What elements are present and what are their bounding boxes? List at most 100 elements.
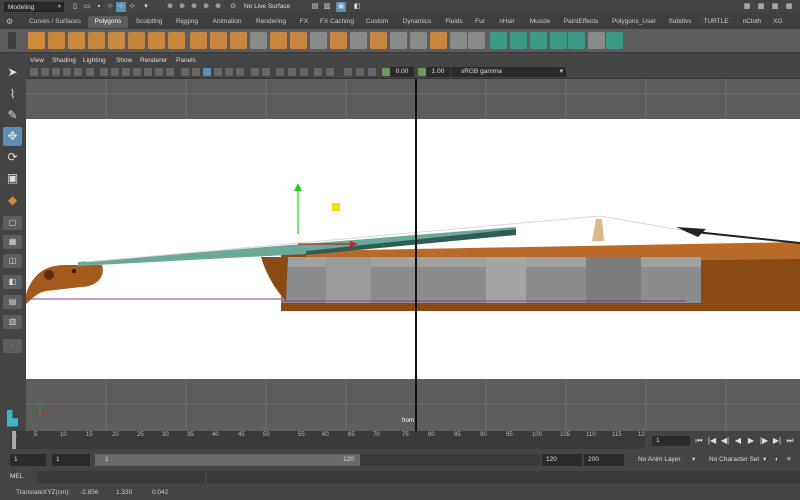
save-scene-icon[interactable]: ▪ [94, 2, 104, 12]
xray-joints-icon[interactable] [262, 68, 270, 76]
select-hierarchy-icon[interactable]: ⊹ [105, 2, 115, 12]
lasso-tool-icon[interactable]: ⌇ [3, 85, 22, 104]
playback-start-field[interactable]: 1 [52, 454, 90, 466]
select-camera-icon[interactable] [30, 68, 38, 76]
attribute-editor-icon[interactable]: ▦ [756, 2, 766, 12]
wireframe-on-shaded-icon[interactable] [203, 68, 211, 76]
exposure-icon[interactable] [382, 68, 390, 76]
violin-model[interactable] [26, 215, 800, 311]
hypershade-icon[interactable]: ▥ [3, 315, 22, 329]
modeling-toolkit-icon[interactable]: ▦ [742, 2, 752, 12]
tab-fx-caching[interactable]: FX Caching [318, 16, 356, 28]
extrude-icon[interactable] [330, 32, 347, 49]
tab-animation[interactable]: Animation [208, 16, 246, 28]
smooth-icon[interactable] [270, 32, 287, 49]
snap-grid-icon[interactable]: ⊗ [165, 2, 175, 12]
play-forward-icon[interactable]: ▶ [746, 435, 756, 446]
wireframe-icon[interactable] [181, 68, 189, 76]
playback-end-field[interactable]: 120 [542, 454, 582, 466]
tab-fx[interactable]: FX [296, 16, 312, 28]
animation-end-field[interactable]: 200 [584, 454, 624, 466]
tab-painteffects[interactable]: PaintEffects [560, 16, 602, 28]
go-to-start-icon[interactable]: ⏮ [694, 435, 704, 446]
tab-custom[interactable]: Custom [362, 16, 392, 28]
camera-attributes-icon[interactable] [41, 68, 49, 76]
reduce-icon[interactable] [290, 32, 307, 49]
move-tool-icon[interactable]: ✥ [3, 127, 22, 146]
shadows-icon[interactable] [236, 68, 244, 76]
exposure-field[interactable]: 0.00 [390, 67, 414, 77]
tab-polygons-user[interactable]: Polygons_User [608, 16, 660, 28]
bridge-icon[interactable] [350, 32, 367, 49]
open-scene-icon[interactable]: ▭ [82, 2, 92, 12]
auto-key-icon[interactable]: ◐ [775, 455, 779, 465]
make-live-icon[interactable]: ⊙ [228, 2, 238, 12]
isolate-select-icon[interactable] [314, 68, 322, 76]
poly-cube-icon[interactable] [48, 32, 65, 49]
poly-plane-icon[interactable] [128, 32, 145, 49]
menu-lighting[interactable]: Lighting [83, 55, 106, 66]
current-frame-field[interactable]: 1 [652, 436, 690, 446]
menu-panels[interactable]: Panels [176, 55, 196, 66]
command-language-toggle[interactable]: MEL [10, 471, 23, 483]
menu-shading[interactable]: Shading [52, 55, 76, 66]
target-weld-icon[interactable] [430, 32, 447, 49]
multi-cut-icon[interactable] [410, 32, 427, 49]
ssao-icon[interactable] [368, 68, 376, 76]
new-scene-icon[interactable]: ▯ [70, 2, 80, 12]
tab-curves-surfaces[interactable]: Curves / Surfaces [26, 16, 84, 28]
render-settings-icon[interactable]: ◧ [352, 2, 362, 12]
poly-sphere-icon[interactable] [28, 32, 45, 49]
tab-dynamics[interactable]: Dynamics [398, 16, 436, 28]
tab-xg[interactable]: XG [770, 16, 786, 28]
extract-icon[interactable] [230, 32, 247, 49]
tab-rendering[interactable]: Rendering [252, 16, 290, 28]
render-icon[interactable]: ▥ [322, 2, 332, 12]
view-transform-select[interactable]: sRGB gamma ▾ [451, 67, 566, 77]
tab-subdivs[interactable]: Subdivs [665, 16, 695, 28]
tab-turtle[interactable]: TURTLE [701, 16, 731, 28]
scale-tool-icon[interactable]: ▣ [3, 169, 22, 188]
mirror-icon[interactable] [310, 32, 327, 49]
persp-graph-layout-icon[interactable]: ◫ [3, 254, 22, 268]
menu-show[interactable]: Show [116, 55, 132, 66]
menu-set-selector[interactable]: Modeling ▾ [4, 2, 64, 12]
snap-curve-icon[interactable]: ⊗ [177, 2, 187, 12]
step-back-key-icon[interactable]: |◀ [707, 435, 717, 446]
depth-of-field-icon[interactable] [300, 68, 308, 76]
anim-layer-select[interactable]: No Anim Layer [638, 455, 681, 465]
layout-options-icon[interactable]: · [3, 339, 22, 353]
snap-view-icon[interactable]: ⊗ [201, 2, 211, 12]
safe-title-icon[interactable] [166, 68, 174, 76]
motion-blur-icon[interactable] [356, 68, 364, 76]
step-back-frame-icon[interactable]: ◀| [720, 435, 730, 446]
checker-icon[interactable] [588, 32, 605, 49]
gate-mask-icon[interactable] [133, 68, 141, 76]
use-all-lights-icon[interactable] [225, 68, 233, 76]
grid-icon[interactable] [100, 68, 108, 76]
snap-point-icon[interactable]: ⊗ [189, 2, 199, 12]
tab-muscle[interactable]: Muscle [526, 16, 554, 28]
uv-layout-icon[interactable] [606, 32, 623, 49]
rotate-tool-icon[interactable]: ⟳ [3, 148, 22, 167]
combine-icon[interactable] [190, 32, 207, 49]
tab-polygons[interactable]: Polygons [88, 16, 128, 28]
resolution-gate-icon[interactable] [122, 68, 130, 76]
merge-icon[interactable] [450, 32, 467, 49]
2d-pan-zoom-icon[interactable] [74, 68, 82, 76]
spherical-uv-icon[interactable] [550, 32, 567, 49]
textured-icon[interactable] [214, 68, 222, 76]
append-icon[interactable] [390, 32, 407, 49]
tab-fur[interactable]: Fur [472, 16, 488, 28]
film-gate-icon[interactable] [111, 68, 119, 76]
xray-active-icon[interactable] [326, 68, 334, 76]
poly-cone-icon[interactable] [88, 32, 105, 49]
select-tool-icon[interactable]: ➤ [3, 63, 22, 82]
smooth-shade-icon[interactable] [192, 68, 200, 76]
snap-surface-icon[interactable]: ⊗ [213, 2, 223, 12]
go-to-end-icon[interactable]: ⏭ [785, 435, 795, 446]
field-chart-icon[interactable] [144, 68, 152, 76]
play-backward-icon[interactable]: ◀ [733, 435, 743, 446]
boolean-icon[interactable] [250, 32, 267, 49]
range-slider-track[interactable]: 1 120 [95, 454, 540, 466]
